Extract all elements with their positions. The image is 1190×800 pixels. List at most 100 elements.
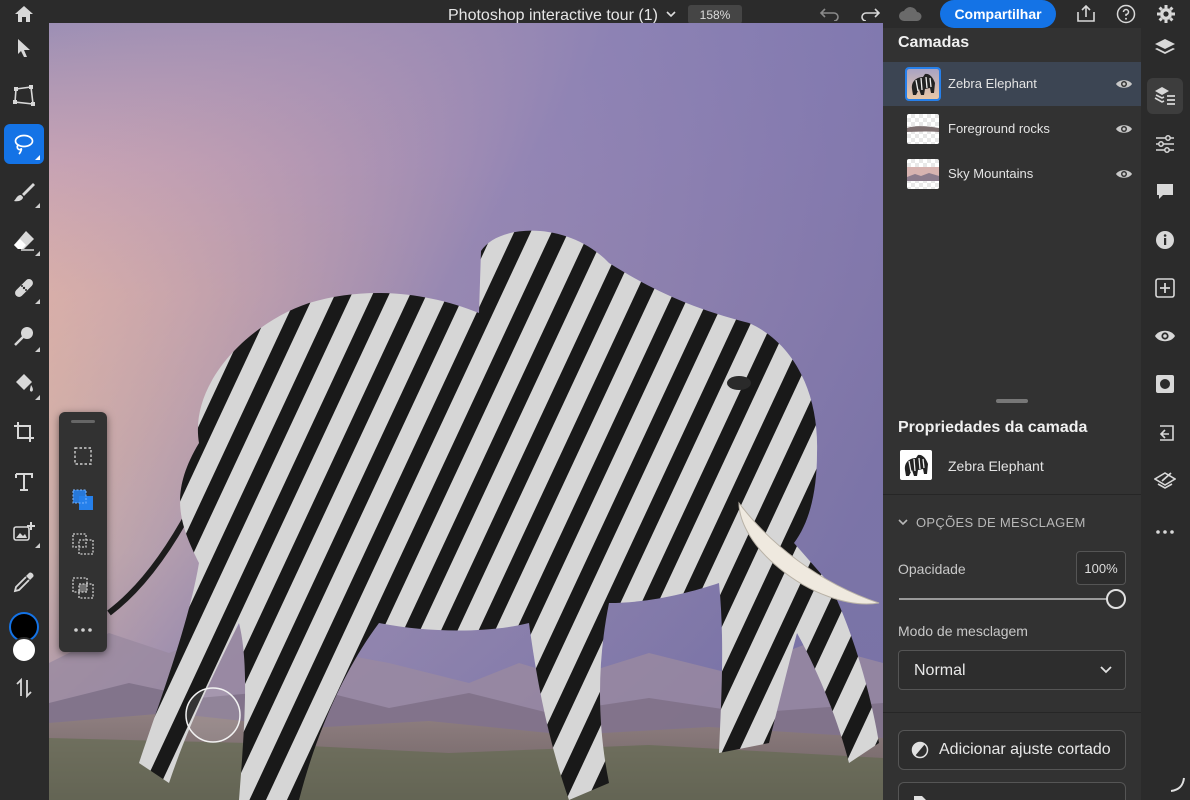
visibility-eye-icon[interactable] [1115,75,1133,93]
layer-name: Zebra Elephant [948,76,1037,91]
blend-options-section-toggle[interactable]: OPÇÕES DE MESCLAGEM [898,515,1086,530]
move-tool[interactable] [4,28,44,68]
sliders-icon [1156,135,1174,153]
layer-properties-icon [1154,87,1175,105]
opacity-slider-handle[interactable] [1106,589,1126,609]
home-icon[interactable] [12,2,36,26]
export-icon[interactable] [1074,2,1098,26]
share-button[interactable]: Compartilhar [940,0,1056,28]
toolbar-grip[interactable] [71,420,95,423]
more-dots-icon [1156,530,1174,534]
document-title[interactable]: Photoshop interactive tour (1) [448,5,676,25]
background-color-swatch[interactable] [11,637,37,663]
add-clipped-adjustment-button[interactable]: Adicionar ajuste cortado [898,730,1126,770]
layer-properties-title: Propriedades da camada [898,419,1088,436]
chevron-down-icon [1100,666,1112,674]
layer-name: Sky Mountains [948,166,1034,181]
merge-layers-button[interactable] [1147,462,1183,498]
opacity-label: Opacidade [898,561,966,577]
layer-thumbnail [907,159,939,189]
eye-icon [1155,330,1175,342]
properties-layer-name: Zebra Elephant [948,458,1044,474]
opacity-slider-track[interactable] [899,598,1111,600]
comment-bubble-icon [1157,184,1173,199]
add-selection-icon [72,489,93,510]
eraser-tool[interactable] [4,220,44,260]
layer-thumbnail [905,67,941,101]
subtract-from-selection-button[interactable] [67,528,99,560]
blend-mode-value: Normal [914,662,966,679]
mask-icon [1156,375,1174,393]
eraser-icon [14,231,34,251]
add-to-selection-button[interactable] [67,484,99,516]
visibility-eye-icon[interactable] [1115,165,1133,183]
additional-action-button[interactable] [898,782,1126,800]
blend-options-label: OPÇÕES DE MESCLAGEM [916,515,1086,530]
intersect-selection-button[interactable] [67,572,99,604]
canvas[interactable] [49,23,883,800]
healing-tool[interactable] [4,268,44,308]
bandage-icon [15,279,33,297]
document-icon [914,796,926,800]
visibility-eye-icon[interactable] [1115,120,1133,138]
type-tool[interactable] [4,462,44,502]
fill-tool[interactable] [4,364,44,404]
zoom-level[interactable]: 158% [688,5,742,24]
blend-mode-dropdown[interactable]: Normal [898,650,1126,690]
chevron-down-icon [898,519,908,526]
marquee-icon [74,447,92,465]
settings-gear-icon[interactable] [1154,2,1178,26]
chevron-down-icon[interactable] [666,5,676,23]
dodge-tool[interactable] [4,316,44,356]
transform-icon [13,85,35,106]
help-icon[interactable] [1114,2,1138,26]
info-icon [1156,231,1174,249]
transform-tool[interactable] [4,76,44,116]
adjustment-half-circle-icon [911,741,929,759]
clip-mask-icon [1159,425,1174,441]
artwork-image [49,23,883,800]
place-image-tool[interactable] [4,512,44,552]
add-mask-button[interactable] [1147,366,1183,402]
new-selection-button[interactable] [67,440,99,472]
more-dots-icon [74,628,92,632]
toggle-visibility-button[interactable] [1147,318,1183,354]
clipping-mask-button[interactable] [1147,414,1183,450]
layer-thumbnail [907,114,939,144]
selection-options-toolbar [59,412,107,652]
divider [883,712,1141,713]
swap-colors-button[interactable] [4,668,44,708]
opacity-value-field[interactable]: 100% [1076,551,1126,585]
brush-tool[interactable] [4,172,44,212]
eyedropper-tool[interactable] [4,562,44,602]
info-button[interactable] [1147,222,1183,258]
layer-row-sky-mountains[interactable]: Sky Mountains [883,152,1141,196]
lasso-icon [14,134,34,155]
layers-stack-icon [1155,39,1175,54]
type-t-icon [15,473,33,491]
paint-bucket-icon [16,374,33,392]
layer-name: Foreground rocks [948,121,1050,136]
layer-properties-button[interactable] [1147,78,1183,114]
layers-panel: Camadas Zebra Elephant Foreground rocks … [883,28,1141,800]
layers-panel-button[interactable] [1147,30,1183,66]
more-options-button[interactable] [67,614,99,646]
adjustments-button[interactable] [1147,126,1183,162]
panel-resize-handle[interactable] [996,399,1028,403]
properties-layer-thumbnail [900,450,932,480]
cloud-icon[interactable] [898,2,922,26]
more-actions-button[interactable] [1147,514,1183,550]
intersect-selection-icon [72,577,94,599]
crop-tool[interactable] [4,412,44,452]
blend-mode-label: Modo de mesclagem [898,623,1028,639]
comments-button[interactable] [1147,174,1183,210]
layer-row-foreground-rocks[interactable]: Foreground rocks [883,107,1141,151]
add-square-icon [1155,278,1175,298]
brush-icon [14,183,35,202]
layer-row-zebra-elephant[interactable]: Zebra Elephant [883,62,1141,106]
add-layer-button[interactable] [1147,270,1183,306]
resize-corner-icon[interactable] [1169,776,1185,792]
subtract-selection-icon [72,533,94,555]
eyedropper-icon [13,572,34,593]
lasso-tool[interactable] [4,124,44,164]
